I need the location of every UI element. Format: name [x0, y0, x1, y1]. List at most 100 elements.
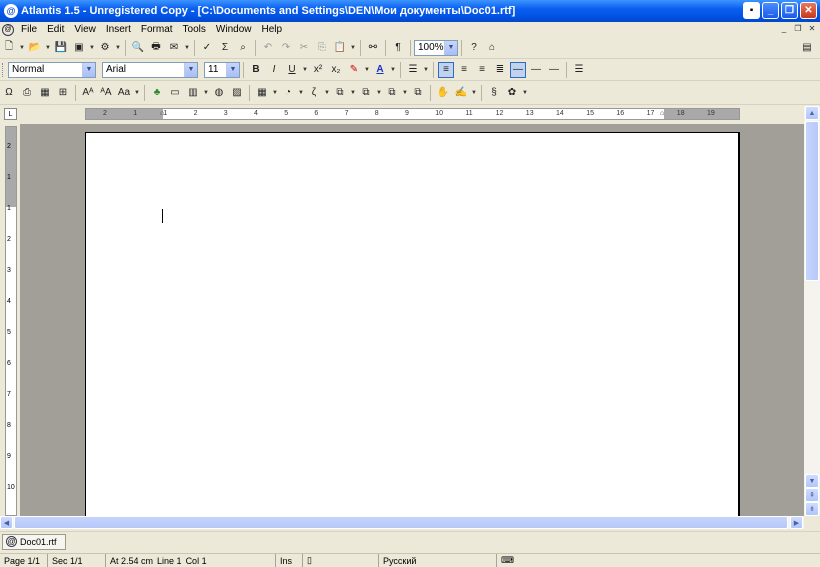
double-spacing-icon[interactable]: —: [546, 62, 562, 78]
columns-icon[interactable]: ▥: [185, 85, 201, 101]
menu-edit[interactable]: Edit: [42, 24, 69, 35]
print-layout-icon[interactable]: ▤: [799, 40, 815, 56]
shapes-icon[interactable]: ◔: [280, 85, 296, 101]
menu-format[interactable]: Format: [136, 24, 178, 35]
vertical-ruler[interactable]: 2 1 1 2 3 4 5 6 7 8 9 10: [5, 126, 17, 516]
email-dropdown-icon[interactable]: ▼: [184, 40, 190, 56]
bullets-icon[interactable]: ☰: [405, 62, 421, 78]
grow-font-icon[interactable]: Aᴬ: [80, 85, 96, 101]
underline-dropdown-icon[interactable]: ▼: [302, 62, 308, 78]
left-indent-marker-icon[interactable]: ⌂: [160, 110, 164, 118]
print-preview-icon[interactable]: 🔍: [130, 40, 146, 56]
justify-icon[interactable]: ≣: [492, 62, 508, 78]
text-box-dropdown-icon[interactable]: ▼: [350, 85, 356, 101]
superscript-icon[interactable]: x²: [310, 62, 326, 78]
doc-minimize-icon[interactable]: _: [778, 23, 790, 34]
insert-symbol-icon[interactable]: Ω: [1, 85, 17, 101]
menu-window[interactable]: Window: [211, 24, 257, 35]
redo-icon[interactable]: ↷: [278, 40, 294, 56]
subscript-icon[interactable]: x₂: [328, 62, 344, 78]
vertical-scrollbar[interactable]: ▲ ▼ ⇞ ⇟: [804, 106, 820, 516]
status-mode[interactable]: Ins: [276, 554, 303, 567]
open-dropdown-icon[interactable]: ▼: [45, 40, 51, 56]
copy-icon[interactable]: ⎘: [314, 40, 330, 56]
properties-dropdown-icon[interactable]: ▼: [115, 40, 121, 56]
status-language[interactable]: Русский: [379, 554, 497, 567]
chevron-down-icon[interactable]: ▼: [226, 62, 239, 77]
document-tab[interactable]: @ Doc01.rtf: [2, 533, 66, 550]
one-half-spacing-icon[interactable]: —: [528, 62, 544, 78]
new-dropdown-icon[interactable]: ▼: [19, 40, 25, 56]
table-dropdown-icon[interactable]: ▼: [272, 85, 278, 101]
whats-this-help-icon[interactable]: ⌂: [484, 40, 500, 56]
change-case-dropdown-icon[interactable]: ▼: [134, 85, 140, 101]
status-doc-icon[interactable]: ▯: [303, 554, 379, 567]
header-footer-icon[interactable]: ⧉: [384, 85, 400, 101]
document-properties-icon[interactable]: ⚙: [97, 40, 113, 56]
new-document-icon[interactable]: 🗋: [1, 40, 17, 56]
options-icon[interactable]: ✿: [504, 85, 520, 101]
horizontal-scrollbar[interactable]: ◀ ▶: [0, 516, 804, 529]
macro-icon[interactable]: §: [486, 85, 502, 101]
scroll-down-icon[interactable]: ▼: [805, 474, 819, 488]
help-icon[interactable]: ?: [466, 40, 482, 56]
font-color-dropdown-icon[interactable]: ▼: [390, 62, 396, 78]
paste-dropdown-icon[interactable]: ▼: [350, 40, 356, 56]
highlight-dropdown-icon[interactable]: ▼: [364, 62, 370, 78]
find-replace-binoculars-icon[interactable]: ⚯: [365, 40, 381, 56]
scroll-up-icon[interactable]: ▲: [805, 106, 819, 120]
app-logo-icon[interactable]: @: [4, 4, 18, 18]
header-footer-dropdown-icon[interactable]: ▼: [402, 85, 408, 101]
style-select[interactable]: Normal ▼: [8, 61, 96, 78]
hand-pan-icon[interactable]: ✋: [435, 85, 451, 101]
chevron-down-icon[interactable]: ▼: [444, 40, 457, 55]
underline-icon[interactable]: U: [284, 62, 300, 78]
scroll-right-icon[interactable]: ▶: [790, 516, 803, 529]
document-menu-icon[interactable]: @: [2, 23, 14, 36]
keyboard-icon[interactable]: ⌨: [497, 554, 527, 567]
bullets-dropdown-icon[interactable]: ▼: [423, 62, 429, 78]
numbered-list-icon[interactable]: ☰: [571, 62, 587, 78]
lines-icon[interactable]: ζ: [306, 85, 322, 101]
footnote-icon[interactable]: ⧉: [410, 85, 426, 101]
align-right-icon[interactable]: ≡: [474, 62, 490, 78]
columns-dropdown-icon[interactable]: ▼: [203, 85, 209, 101]
save-icon[interactable]: 💾: [53, 40, 69, 56]
close-button[interactable]: ✕: [800, 2, 817, 19]
tab-stop-selector[interactable]: L: [4, 108, 17, 120]
align-left-icon[interactable]: ≡: [438, 61, 454, 78]
frame-dropdown-icon[interactable]: ▼: [376, 85, 382, 101]
save-all-icon[interactable]: ▣: [71, 40, 87, 56]
table-icon[interactable]: ▦: [254, 85, 270, 101]
autotext-icon[interactable]: ♣: [149, 85, 165, 101]
vertical-scroll-thumb[interactable]: [805, 121, 819, 281]
hyperlink-globe-icon[interactable]: ◍: [211, 85, 227, 101]
undo-icon[interactable]: ↶: [260, 40, 276, 56]
minimize-button[interactable]: _: [762, 2, 779, 19]
show-formatting-pilcrow-icon[interactable]: ¶: [390, 40, 406, 56]
chevron-down-icon[interactable]: ▼: [184, 62, 197, 77]
right-indent-marker-icon[interactable]: ⌂: [660, 110, 664, 118]
zoom-select[interactable]: 100% ▼: [414, 39, 458, 56]
paste-icon[interactable]: 📋: [332, 40, 348, 56]
document-page[interactable]: [85, 132, 740, 516]
bookmark-icon[interactable]: ⊞: [55, 85, 71, 101]
doc-restore-icon[interactable]: ❐: [792, 23, 804, 34]
insert-object-icon[interactable]: ▨: [229, 85, 245, 101]
options-dropdown-icon[interactable]: ▼: [522, 85, 528, 101]
change-case-icon[interactable]: Aa: [116, 85, 132, 101]
font-size-select[interactable]: 11 ▼: [204, 61, 240, 78]
help-caption-button[interactable]: ▪: [743, 2, 760, 19]
menu-file[interactable]: File: [16, 24, 42, 35]
align-center-icon[interactable]: ≡: [456, 62, 472, 78]
word-count-icon[interactable]: Σ: [217, 40, 233, 56]
next-page-icon[interactable]: ⇟: [805, 502, 819, 516]
shrink-font-icon[interactable]: ᴬA: [98, 85, 114, 101]
text-box-icon[interactable]: ⧉: [332, 85, 348, 101]
chevron-down-icon[interactable]: ▼: [82, 62, 95, 77]
horizontal-scroll-thumb[interactable]: [14, 516, 788, 529]
painter-dropdown-icon[interactable]: ▼: [471, 85, 477, 101]
highlight-pen-icon[interactable]: ✎: [346, 62, 362, 78]
font-select[interactable]: Arial ▼: [102, 61, 198, 78]
doc-close-icon[interactable]: ✕: [806, 23, 818, 34]
